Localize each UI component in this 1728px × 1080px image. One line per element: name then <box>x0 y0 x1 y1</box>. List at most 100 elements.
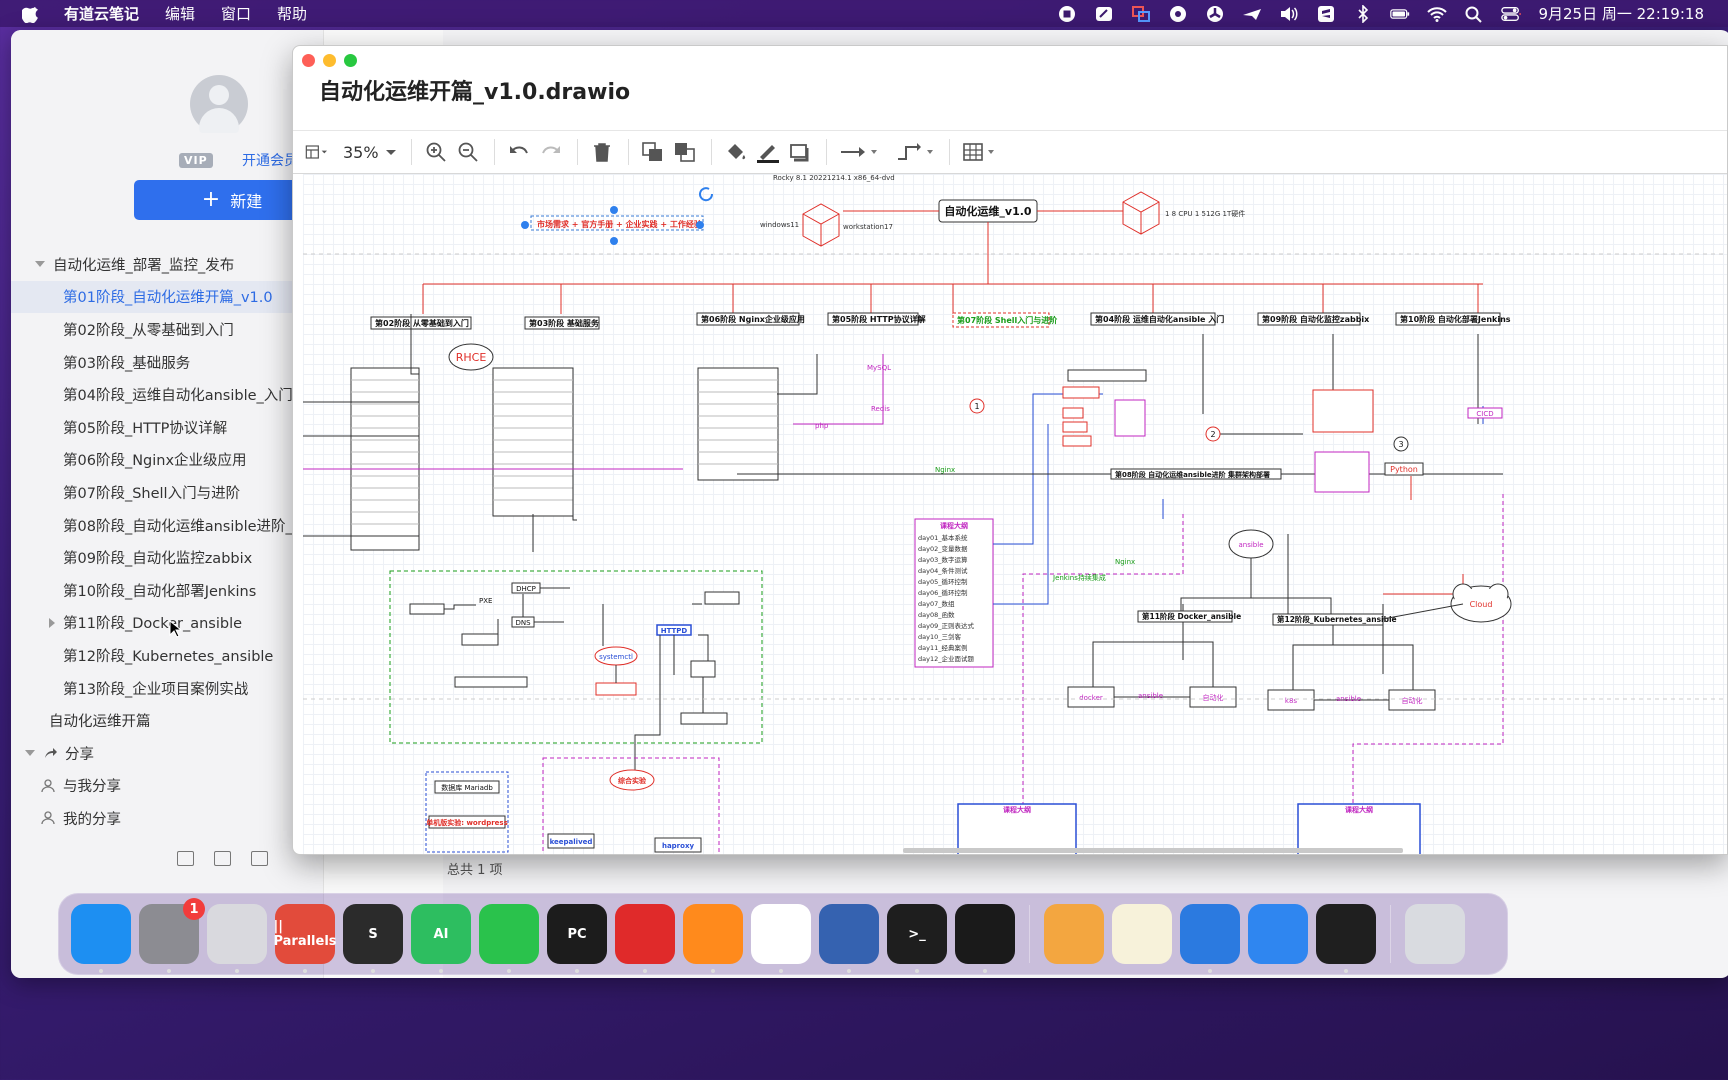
quicktime-icon[interactable] <box>1316 904 1376 973</box>
tree-item-03[interactable]: 第03阶段_基础服务 <box>11 346 323 379</box>
server-node[interactable] <box>704 591 740 605</box>
tree-item-02[interactable]: 第02阶段_从零基础到入门 <box>11 313 323 346</box>
zoom-level[interactable]: 35% <box>343 143 379 162</box>
outline-box-06[interactable] <box>697 367 779 481</box>
record-icon[interactable] <box>1057 5 1077 23</box>
diagram-canvas[interactable]: Rocky 8.1 20221214.1 x86_64-dvd 市场需求 + 官… <box>303 174 1727 854</box>
system-settings-icon[interactable]: 1 <box>139 898 205 973</box>
outline-box-03[interactable] <box>492 367 574 517</box>
terminal-icon[interactable]: >_ <box>887 904 947 973</box>
fan-icon[interactable] <box>1205 5 1225 23</box>
table-icon[interactable] <box>962 138 1002 166</box>
vmware-icon[interactable] <box>819 904 879 973</box>
pycharm-icon[interactable]: PC <box>547 904 607 973</box>
vm-node[interactable] <box>461 633 499 646</box>
single-view-icon[interactable] <box>251 851 268 866</box>
vmware-tray-icon[interactable] <box>1131 5 1151 23</box>
zoom-in-icon[interactable] <box>424 138 448 166</box>
menu-edit[interactable]: 编辑 <box>165 3 195 24</box>
share-section[interactable]: 分享 <box>11 737 323 770</box>
bluetooth-icon[interactable] <box>1353 4 1373 23</box>
tree-item-05[interactable]: 第05阶段_HTTP协议详解 <box>11 411 323 444</box>
zabbix-box[interactable] <box>1312 389 1374 433</box>
menu-help[interactable]: 帮助 <box>277 3 307 24</box>
undo-icon[interactable] <box>507 138 531 166</box>
parallels-icon[interactable]: || Parallels <box>273 904 337 973</box>
pxe-host-node[interactable] <box>409 603 445 615</box>
menu-window[interactable]: 窗口 <box>221 3 251 24</box>
minimize-button[interactable] <box>323 54 336 67</box>
sublime-icon[interactable]: S <box>343 904 403 973</box>
tree-item-07[interactable]: 第07阶段_Shell入门与进阶 <box>11 476 323 509</box>
zoom-button[interactable] <box>344 54 357 67</box>
tree-item-09[interactable]: 第09阶段_自动化监控zabbix <box>11 541 323 574</box>
pages-icon[interactable] <box>1248 904 1308 964</box>
plane-icon[interactable] <box>1242 5 1262 23</box>
paw-icon[interactable] <box>1168 5 1188 23</box>
line-color-icon[interactable] <box>756 138 780 166</box>
keynote-icon[interactable] <box>1180 904 1240 973</box>
nutstore-icon[interactable] <box>1044 904 1104 964</box>
wechat-icon[interactable] <box>479 904 539 973</box>
chevron-down-icon[interactable] <box>25 750 35 757</box>
tree-item-04[interactable]: 第04阶段_运维自动化ansible_入门 <box>11 378 323 411</box>
screenshot-icon[interactable] <box>1094 5 1114 23</box>
evernote-icon[interactable]: AI <box>411 904 471 973</box>
format-panel-icon[interactable] <box>305 138 329 166</box>
volume-icon[interactable] <box>1279 5 1299 23</box>
three-column-view-icon[interactable] <box>177 851 194 866</box>
control-center-icon[interactable] <box>1501 5 1522 23</box>
case-node[interactable] <box>595 682 637 696</box>
chevron-down-icon[interactable] <box>385 138 397 166</box>
user-node[interactable] <box>680 712 728 725</box>
apple-icon[interactable] <box>22 5 38 23</box>
tree-item-06[interactable]: 第06阶段_Nginx企业级应用 <box>11 444 323 477</box>
sub-box[interactable] <box>1067 369 1147 382</box>
tree-item-13[interactable]: 第13阶段_企业项目案例实战 <box>11 672 323 705</box>
wifi-icon[interactable] <box>1427 5 1448 23</box>
sub-box-red[interactable] <box>1062 421 1088 433</box>
tree-item-08[interactable]: 第08阶段_自动化运维ansible进阶_集 <box>11 509 323 542</box>
ab-node[interactable] <box>690 660 716 678</box>
tree-item-12[interactable]: 第12阶段_Kubernetes_ansible <box>11 639 323 672</box>
fill-color-icon[interactable] <box>724 138 748 166</box>
xmind-icon[interactable] <box>615 904 675 973</box>
activity-monitor-icon[interactable] <box>955 904 1015 973</box>
auto-install-node[interactable] <box>454 676 528 688</box>
to-front-icon[interactable] <box>641 138 665 166</box>
finder-icon[interactable] <box>71 904 131 973</box>
connection-icon[interactable] <box>839 138 879 166</box>
to-back-icon[interactable] <box>673 138 697 166</box>
horizontal-scrollbar[interactable] <box>903 848 1403 853</box>
sub-box-red[interactable] <box>1062 407 1084 419</box>
tree-item-kickoff[interactable]: 自动化运维开篇 <box>11 704 323 737</box>
tree-item-root[interactable]: 自动化运维_部署_监控_发布 <box>11 248 323 281</box>
sub-box-red[interactable] <box>1062 435 1092 447</box>
battery-icon[interactable] <box>1390 5 1410 23</box>
my-shares[interactable]: 我的分享 <box>11 802 323 835</box>
waypoints-icon[interactable] <box>895 138 935 166</box>
two-column-view-icon[interactable] <box>214 851 231 866</box>
zabbix-sub-box[interactable] <box>1314 451 1370 493</box>
search-icon[interactable] <box>1464 5 1484 23</box>
firefox-icon[interactable] <box>683 904 743 973</box>
tree-item-11[interactable]: 第11阶段_Docker_ansible <box>11 607 323 640</box>
member-link[interactable]: 开通会员 <box>242 150 298 170</box>
shared-with-me[interactable]: 与我分享 <box>11 770 323 803</box>
chrome-icon[interactable] <box>751 904 811 973</box>
sub-box-magenta[interactable] <box>1114 399 1146 437</box>
selected-note[interactable]: 市场需求 + 官方手册 + 企业实践 + 工作经验 <box>521 187 714 245</box>
sub-box-red[interactable] <box>1062 386 1100 399</box>
chevron-down-icon[interactable] <box>35 261 45 268</box>
zoom-out-icon[interactable] <box>456 138 480 166</box>
trash-icon[interactable] <box>1405 904 1465 964</box>
launchpad-icon[interactable] <box>207 904 267 973</box>
app-menu[interactable]: 有道云笔记 <box>64 3 139 24</box>
notes-icon[interactable] <box>1112 904 1172 964</box>
tree-item-10[interactable]: 第10阶段_自动化部署Jenkins <box>11 574 323 607</box>
delete-icon[interactable] <box>590 138 614 166</box>
redo-icon[interactable] <box>539 138 563 166</box>
shadow-icon[interactable] <box>788 138 812 166</box>
clock[interactable]: 9月25日 周一 22:19:18 <box>1538 3 1704 24</box>
chevron-right-icon[interactable] <box>49 617 55 628</box>
